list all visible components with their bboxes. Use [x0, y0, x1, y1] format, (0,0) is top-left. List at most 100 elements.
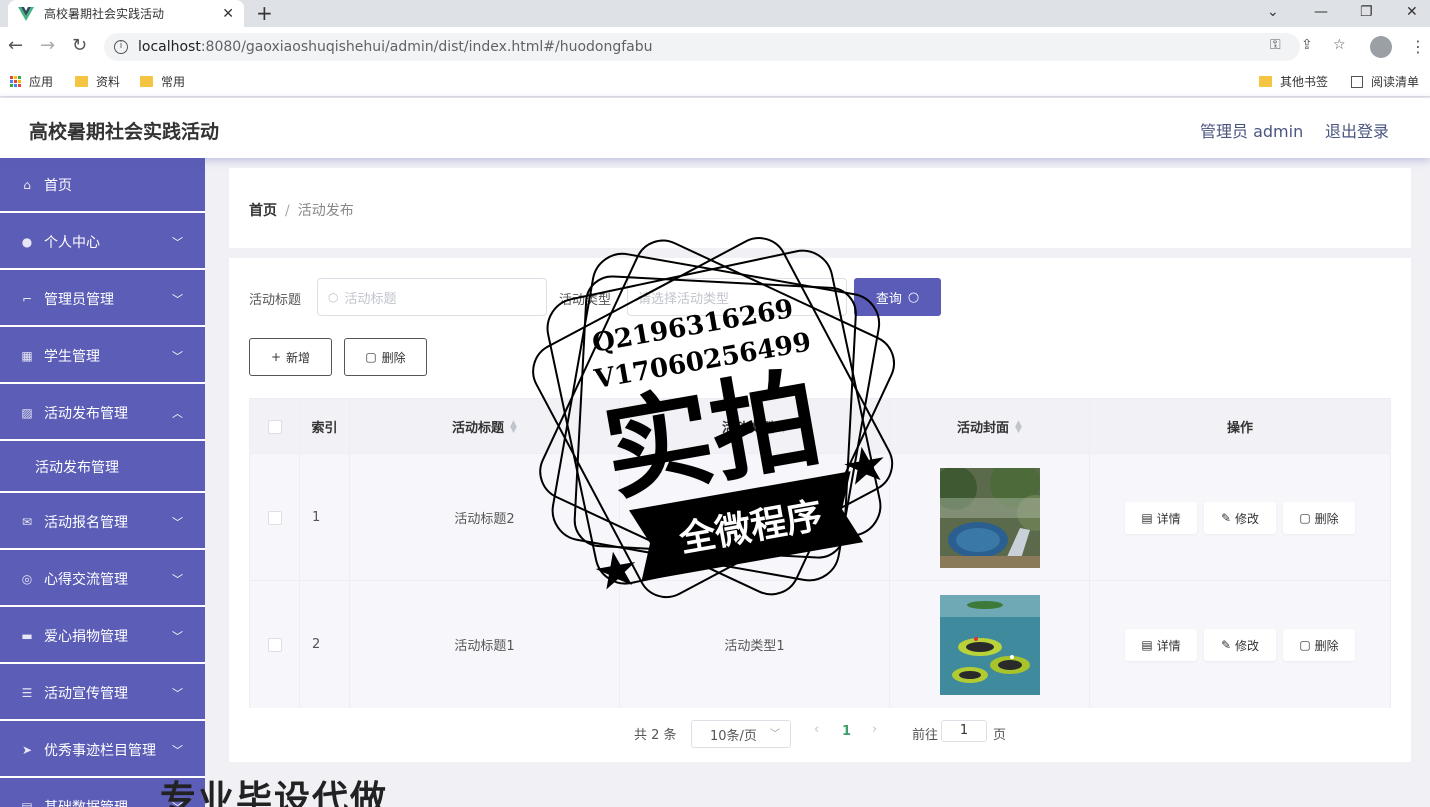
sort-icon[interactable]: ▲ ▼: [510, 419, 517, 434]
column-header-type[interactable]: 活动类型 ▲ ▼: [620, 399, 890, 454]
sidebar-item-registration[interactable]: ✉ 活动报名管理 ﹀: [0, 495, 205, 550]
chevron-down-icon: ﹀: [172, 236, 183, 249]
edit-button[interactable]: ✎ 修改: [1204, 629, 1276, 661]
delete-button[interactable]: ▢ 删除: [1283, 629, 1355, 661]
column-header-title[interactable]: 活动标题 ▲ ▼: [350, 399, 620, 454]
bookmark-other[interactable]: 其他书签: [1259, 73, 1328, 90]
query-button[interactable]: 查询 ○: [854, 278, 941, 316]
sidebar-item-admins[interactable]: ⌐ 管理员管理 ﹀: [0, 272, 205, 327]
sort-icon[interactable]: ▲ ▼: [780, 419, 787, 434]
tab-title: 高校暑期社会实践活动: [44, 7, 165, 21]
breadcrumb-card: 首页 / 活动发布: [229, 168, 1411, 248]
grid-icon: ▦: [21, 348, 33, 363]
column-header-index: 索引: [300, 399, 350, 454]
detail-button[interactable]: ▤ 详情: [1125, 502, 1197, 534]
back-icon[interactable]: ←: [8, 35, 23, 56]
folder-icon: [140, 76, 153, 87]
site-info-icon[interactable]: i: [114, 40, 128, 54]
sidebar-item-label: 管理员管理: [44, 291, 114, 308]
sidebar-item-promotion[interactable]: ☰ 活动宣传管理 ﹀: [0, 666, 205, 721]
add-button[interactable]: + 新增: [249, 338, 332, 376]
detail-button[interactable]: ▤ 详情: [1125, 629, 1197, 661]
logout-link[interactable]: 退出登录: [1325, 118, 1389, 142]
trash-icon: ▢: [1299, 638, 1311, 652]
sidebar-item-students[interactable]: ▦ 学生管理 ﹀: [0, 329, 205, 384]
bookmark-label: 阅读清单: [1371, 75, 1420, 89]
page-size-select[interactable]: 10条/页 ﹀: [691, 720, 791, 748]
tab-search-icon[interactable]: ⌄: [1267, 0, 1279, 24]
share-icon[interactable]: ⇪: [1301, 37, 1313, 53]
bookmark-folder-1[interactable]: 资料: [75, 73, 120, 90]
row-checkbox[interactable]: [267, 510, 282, 525]
chevron-up-icon: ︿: [172, 407, 183, 420]
chevron-down-icon: ﹀: [172, 350, 183, 363]
profile-avatar-icon[interactable]: [1370, 36, 1392, 58]
url-path: :8080/gaoxiaoshuqishehui/admin/dist/inde…: [200, 39, 653, 55]
batch-delete-button[interactable]: ▢ 删除: [344, 338, 427, 376]
minimize-icon[interactable]: —: [1314, 0, 1328, 24]
submenu-item-label: 活动发布管理: [35, 460, 119, 476]
sort-icon[interactable]: ▲ ▼: [1015, 419, 1022, 434]
document-icon: ▤: [1141, 638, 1153, 652]
edit-button-label: 修改: [1235, 511, 1260, 526]
row-index: 1: [300, 454, 350, 581]
bookmark-apps[interactable]: 应用: [10, 73, 53, 90]
key-icon[interactable]: ⚿: [1270, 37, 1281, 53]
reload-icon[interactable]: ↻: [72, 35, 87, 56]
ticket-icon: ▬: [21, 628, 33, 643]
type-select[interactable]: 请选择活动类型: [627, 278, 847, 316]
restore-icon[interactable]: ❐: [1360, 0, 1373, 24]
edit-button[interactable]: ✎ 修改: [1204, 502, 1276, 534]
browser-tab[interactable]: 高校暑期社会实践活动 ✕: [8, 0, 244, 27]
forward-icon[interactable]: →: [40, 35, 55, 56]
title-filter-label: 活动标题: [249, 293, 302, 308]
query-button-label: 查询: [875, 291, 902, 307]
sidebar-item-label: 爱心捐物管理: [44, 628, 128, 645]
submenu-item-activity-publish[interactable]: 活动发布管理: [0, 443, 205, 493]
reading-list-icon: [1351, 75, 1363, 88]
sidebar-item-home[interactable]: ⌂ 首页: [0, 158, 205, 213]
title-search-input[interactable]: ○ 活动标题: [317, 278, 547, 316]
url-input[interactable]: i localhost :8080/gaoxiaoshuqishehui/adm…: [104, 33, 1300, 61]
page-number-current[interactable]: 1: [842, 724, 851, 739]
chevron-down-icon: ﹀: [172, 630, 183, 643]
app-title: 高校暑期社会实践活动: [29, 121, 220, 143]
folder-icon: [1259, 76, 1272, 87]
delete-button[interactable]: ▢ 删除: [1283, 502, 1355, 534]
table-header: 索引 活动标题 ▲ ▼ 活动类型 ▲ ▼ 活动封面 ▲ ▼ 操作: [250, 399, 1390, 454]
bookmark-reading-list[interactable]: 阅读清单: [1351, 73, 1419, 90]
browser-menu-icon[interactable]: ⋮: [1410, 37, 1426, 56]
column-header-cover[interactable]: 活动封面 ▲ ▼: [890, 399, 1090, 454]
activity-cover-image[interactable]: [939, 467, 1040, 568]
select-all-checkbox[interactable]: [267, 419, 282, 434]
sidebar-item-label: 心得交流管理: [44, 571, 128, 588]
breadcrumb-home[interactable]: 首页: [249, 203, 277, 219]
title-search-placeholder: 活动标题: [344, 291, 397, 307]
delete-button-label: 删除: [381, 350, 406, 365]
column-header-label: 索引: [311, 421, 338, 436]
sidebar-item-profile[interactable]: ● 个人中心 ﹀: [0, 215, 205, 270]
sidebar-item-activity-publish[interactable]: ▨ 活动发布管理 ︿: [0, 386, 205, 441]
sidebar-item-experience[interactable]: ◎ 心得交流管理 ﹀: [0, 552, 205, 607]
goto-page-input[interactable]: 1: [941, 720, 987, 742]
row-actions-cell: ▤ 详情 ✎ 修改 ▢ 删除: [1090, 454, 1390, 581]
row-cover-cell: [890, 581, 1090, 708]
bookmark-label: 资料: [96, 75, 121, 89]
row-checkbox[interactable]: [267, 637, 282, 652]
sidebar-item-donation[interactable]: ▬ 爱心捐物管理 ﹀: [0, 609, 205, 664]
prev-page-icon[interactable]: ‹: [814, 722, 819, 737]
tab-close-icon[interactable]: ✕: [222, 6, 234, 22]
activity-cover-image[interactable]: [939, 594, 1040, 695]
search-icon: ○: [907, 289, 920, 305]
close-window-icon[interactable]: ✕: [1406, 0, 1418, 24]
new-tab-icon[interactable]: +: [256, 1, 273, 25]
delete-button-label: 删除: [1314, 511, 1339, 526]
bookmark-star-icon[interactable]: ☆: [1333, 37, 1346, 53]
user-icon: ●: [21, 234, 33, 249]
goto-suffix: 页: [993, 728, 1007, 743]
bookmark-folder-2[interactable]: 常用: [140, 73, 185, 90]
next-page-icon[interactable]: ›: [872, 722, 877, 737]
delete-button-label: 删除: [1314, 638, 1339, 653]
address-bar-row: ← → ↻ i localhost :8080/gaoxiaoshuqisheh…: [0, 27, 1430, 67]
column-header-label: 活动封面: [957, 421, 1010, 436]
